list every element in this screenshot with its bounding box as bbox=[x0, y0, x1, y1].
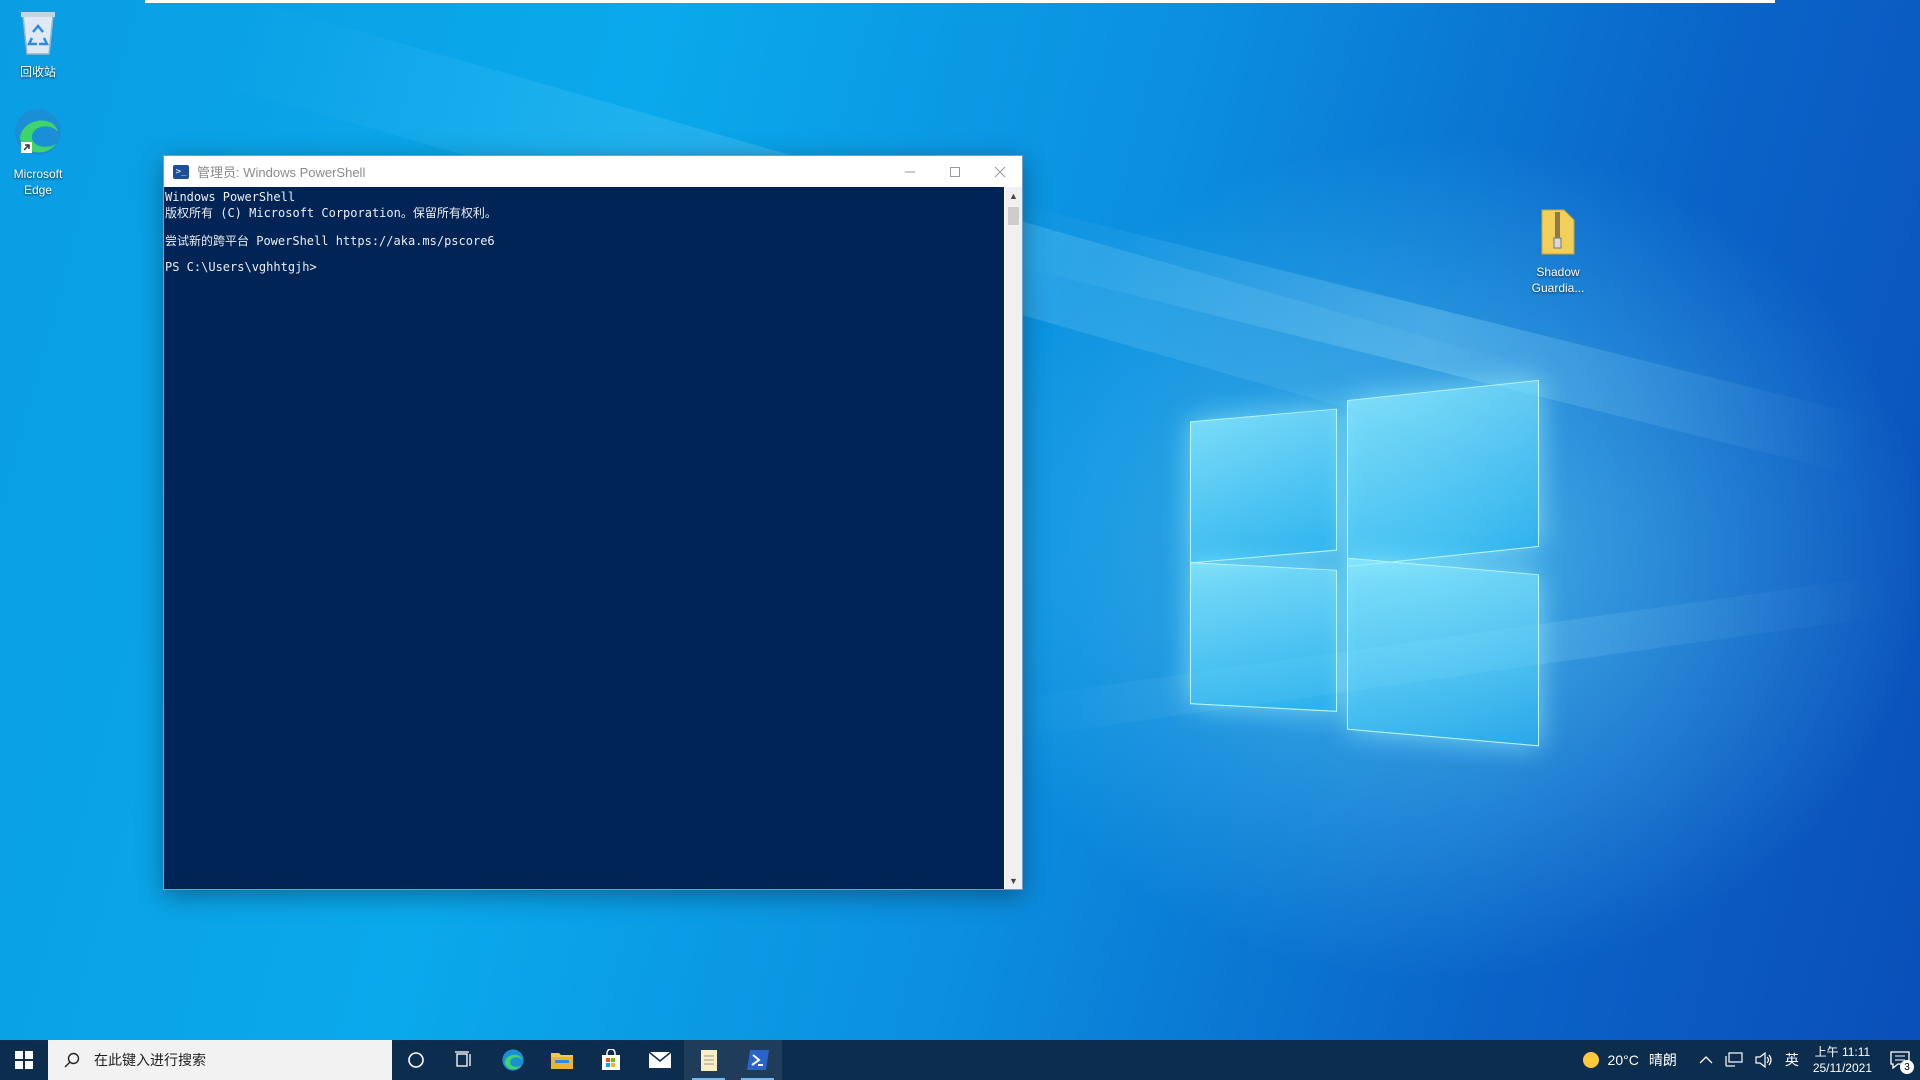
cortana-button[interactable] bbox=[392, 1040, 440, 1080]
chevron-up-icon bbox=[1699, 1056, 1713, 1064]
sun-icon bbox=[1582, 1052, 1599, 1068]
weather-temp: 20°C bbox=[1607, 1052, 1639, 1068]
zip-folder-icon bbox=[1518, 208, 1598, 260]
top-progress-bar bbox=[145, 0, 1775, 3]
taskbar-search-box[interactable]: 在此键入进行搜索 bbox=[48, 1040, 392, 1080]
desktop-icon-shadow-guardian[interactable]: Shadow Guardia... bbox=[1518, 208, 1598, 296]
taskbar-app-file-explorer[interactable] bbox=[537, 1040, 586, 1080]
windows-logo-wallpaper bbox=[1190, 379, 1550, 747]
powershell-window[interactable]: >_ 管理员: Windows PowerShell Windows Power… bbox=[163, 155, 1023, 890]
notification-count-badge: 3 bbox=[1900, 1060, 1914, 1074]
start-button[interactable] bbox=[0, 1040, 48, 1080]
store-icon bbox=[601, 1049, 620, 1070]
weather-widget[interactable]: 20°C 晴朗 bbox=[1582, 1050, 1677, 1070]
show-hidden-icons-button[interactable] bbox=[1699, 1055, 1713, 1065]
recycle-bin-icon bbox=[0, 8, 78, 60]
taskbar-app-store[interactable] bbox=[586, 1040, 635, 1080]
taskbar-app-powershell[interactable] bbox=[733, 1040, 782, 1080]
taskbar-app-mail[interactable] bbox=[635, 1040, 684, 1080]
close-button[interactable] bbox=[977, 156, 1022, 187]
search-icon bbox=[62, 1052, 82, 1068]
scrollbar-thumb[interactable] bbox=[1008, 207, 1019, 225]
console-prompt: PS C:\Users\vghhtgjh> bbox=[165, 260, 317, 274]
weather-condition: 晴朗 bbox=[1648, 1052, 1677, 1068]
close-icon bbox=[994, 166, 1005, 177]
minimize-icon bbox=[904, 171, 915, 172]
scroll-up-button[interactable]: ▲ bbox=[1005, 187, 1022, 204]
edge-icon bbox=[0, 106, 78, 162]
clock-date: 25/11/2021 bbox=[1812, 1061, 1872, 1075]
task-view-icon bbox=[455, 1051, 471, 1067]
task-view-button[interactable] bbox=[440, 1040, 488, 1080]
volume-button[interactable] bbox=[1755, 1052, 1773, 1068]
volume-icon bbox=[1755, 1052, 1772, 1068]
minimize-button[interactable] bbox=[887, 156, 932, 187]
scroll-down-button[interactable]: ▼ bbox=[1005, 872, 1022, 889]
desktop-icon-label: Microsoft Edge bbox=[13, 167, 63, 197]
file-explorer-icon bbox=[550, 1053, 573, 1069]
desktop-icon-recycle-bin[interactable]: 回收站 bbox=[0, 8, 78, 80]
window-title: 管理员: Windows PowerShell bbox=[197, 165, 366, 180]
taskbar-clock[interactable]: 上午 11:11 25/11/2021 bbox=[1813, 1044, 1872, 1076]
clock-time: 上午 11:11 bbox=[1814, 1045, 1871, 1059]
chevron-down-icon: ▼ bbox=[1009, 875, 1018, 886]
powershell-icon: >_ bbox=[173, 164, 189, 179]
vertical-scrollbar[interactable]: ▲ ▼ bbox=[1005, 187, 1022, 889]
window-titlebar[interactable]: >_ 管理员: Windows PowerShell bbox=[164, 156, 1022, 187]
cortana-icon bbox=[408, 1052, 424, 1068]
mail-icon bbox=[648, 1051, 671, 1068]
desktop-icon-label: 回收站 bbox=[19, 65, 56, 79]
desktop-icon-edge[interactable]: Microsoft Edge bbox=[0, 106, 78, 198]
edge-icon bbox=[501, 1049, 524, 1071]
chevron-up-icon: ▲ bbox=[1009, 190, 1018, 201]
search-placeholder: 在此键入进行搜索 bbox=[94, 1052, 206, 1068]
system-tray: 20°C 晴朗 英 上午 11:11 25/11/2021 3 bbox=[1576, 1040, 1920, 1080]
taskbar-app-notepad[interactable] bbox=[684, 1040, 733, 1080]
action-center-button[interactable]: 3 bbox=[1880, 1040, 1920, 1080]
console-output[interactable]: Windows PowerShell 版权所有 (C) Microsoft Co… bbox=[164, 187, 1004, 889]
taskbar: 在此键入进行搜索 20°C 晴朗 英 上午 11:11 25/11/2021 3 bbox=[0, 1040, 1920, 1080]
network-icon bbox=[1725, 1052, 1743, 1067]
console-line: 尝试新的跨平台 PowerShell https://aka.ms/pscore… bbox=[165, 234, 495, 248]
console-line: Windows PowerShell bbox=[165, 190, 296, 204]
notepad-icon bbox=[700, 1050, 717, 1071]
ime-indicator[interactable]: 英 bbox=[1785, 1050, 1799, 1070]
desktop: 回收站 Microsoft Edge Shadow Guardia... >_ … bbox=[0, 0, 1920, 1040]
network-button[interactable] bbox=[1725, 1052, 1743, 1068]
maximize-icon bbox=[949, 166, 960, 177]
powershell-icon bbox=[746, 1050, 769, 1070]
desktop-icon-label: Shadow Guardia... bbox=[1531, 265, 1585, 295]
maximize-button[interactable] bbox=[932, 156, 977, 187]
console-line: 版权所有 (C) Microsoft Corporation。保留所有权利。 bbox=[165, 206, 497, 220]
windows-start-icon bbox=[15, 1051, 33, 1069]
taskbar-app-edge[interactable] bbox=[488, 1040, 537, 1080]
